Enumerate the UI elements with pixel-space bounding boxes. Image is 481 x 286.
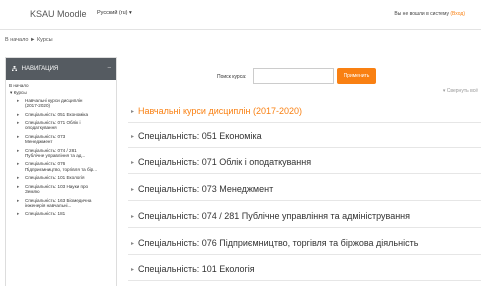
category-row[interactable]: ▸ Спеціальність: 051 Економіка [128, 127, 481, 148]
chevron-right-icon: ▸ [17, 183, 20, 189]
chevron-right-icon: ▸ [17, 97, 20, 103]
login-info: Вы не вошли в систему (Вход) [394, 11, 465, 17]
chevron-right-icon: ▸ [17, 111, 20, 117]
nav-category-item[interactable]: ▸ Спеціальність: 076 Підприємництво, торгі… [9, 161, 116, 172]
chevron-right-icon: ▸ [17, 175, 20, 181]
category-name[interactable]: Спеціальність: 071 Облік і оподаткування [138, 157, 311, 167]
nav-category-item[interactable]: ▸ Спеціальність: 071 Облік і оподаткування [9, 120, 116, 131]
breadcrumb-courses[interactable]: Курсы [37, 37, 53, 43]
nav-category-item[interactable]: ▸ Спеціальність: 163 Біомедична інженерія … [9, 198, 116, 209]
navigation-header: НАВИГАЦИЯ – [6, 58, 116, 80]
triangle-right-icon: ▸ [131, 187, 135, 193]
triangle-right-icon: ▸ [131, 109, 135, 115]
navigation-block: НАВИГАЦИЯ – В начало ▾ Курсы ▸ Навчальні … [5, 57, 117, 286]
triangle-right-icon: ▸ [131, 267, 135, 273]
breadcrumb-separator: ► [29, 37, 36, 43]
nav-category-item[interactable]: ▸ Спеціальність: 103 Науки про Землю [9, 184, 116, 195]
nav-category-item[interactable]: ▸ Спеціальність: 051 Економіка [9, 112, 116, 117]
search-apply-button[interactable]: Применить [337, 68, 376, 84]
category-name[interactable]: Спеціальність: 074 / 281 Публічне управл… [138, 211, 410, 221]
collapse-all-link[interactable]: ▾ Свернуть всё [443, 88, 478, 94]
triangle-right-icon: ▸ [131, 214, 135, 220]
category-name[interactable]: Спеціальність: 073 Менеджмент [138, 184, 273, 194]
navigation-title: НАВИГАЦИЯ [21, 66, 59, 72]
category-row[interactable]: ▸ Спеціальність: 101 Екологія [128, 260, 481, 281]
category-row[interactable]: ▸ Спеціальність: 073 Менеджмент [128, 180, 481, 201]
login-text: Вы не вошли в систему [394, 11, 449, 17]
breadcrumb: В начало ► Курсы [5, 37, 53, 43]
chevron-right-icon: ▸ [17, 161, 20, 167]
breadcrumb-home[interactable]: В начало [5, 37, 28, 43]
site-name-link[interactable]: KSAU Moodle [30, 9, 87, 19]
chevron-right-icon: ▸ [17, 147, 20, 153]
chevron-right-icon: ▸ [17, 120, 20, 126]
nav-courses-node[interactable]: ▾ Курсы [10, 90, 116, 95]
triangle-right-icon: ▸ [131, 134, 135, 140]
triangle-right-icon: ▸ [131, 160, 135, 166]
chevron-right-icon: ▸ [17, 197, 20, 203]
navigation-tree: В начало ▾ Курсы ▸ Навчальні курси дисцип… [6, 80, 116, 217]
chevron-right-icon: ▸ [17, 133, 20, 139]
category-name[interactable]: Спеціальність: 101 Екологія [138, 264, 255, 274]
category-row[interactable]: ▸ Спеціальність: 071 Облік і оподаткуванн… [128, 153, 481, 174]
nav-home-link[interactable]: В начало [9, 83, 116, 88]
navigation-collapse-button[interactable]: – [108, 65, 111, 71]
login-link[interactable]: (Вход) [450, 11, 465, 17]
nav-category-item[interactable]: ▸ Навчальні курси дисциплін (2017-2020) [9, 98, 116, 109]
course-search-label: Поиск курса: [217, 74, 247, 80]
category-row[interactable]: ▸ Спеціальність: 074 / 281 Публічне управ… [128, 207, 481, 228]
category-name[interactable]: Спеціальність: 076 Підприємництво, торгі… [138, 238, 418, 248]
triangle-right-icon: ▸ [131, 241, 135, 247]
category-row[interactable]: ▸ Спеціальність: 076 Підприємництво, торг… [128, 234, 481, 255]
nav-category-item[interactable]: ▸ Спеціальність: 073 Менеджмент [9, 134, 116, 145]
chevron-right-icon: ▸ [17, 211, 20, 217]
nav-category-item[interactable]: ▸ Спеціальність: 181 [9, 211, 116, 216]
category-name[interactable]: Спеціальність: 051 Економіка [138, 131, 262, 141]
nav-category-item[interactable]: ▸ Спеціальність: 074 / 281 Публічне управл… [9, 148, 116, 159]
category-name[interactable]: Навчальні курси дисциплін (2017-2020) [138, 106, 302, 116]
category-row[interactable]: ▸ Навчальні курси дисциплін (2017-2020) [128, 102, 481, 123]
language-menu[interactable]: Русский (ru) ▾ [97, 10, 132, 16]
sitemap-icon [12, 66, 17, 71]
top-navbar: KSAU Moodle Русский (ru) ▾ Вы не вошли в… [0, 0, 481, 30]
course-search-input[interactable] [253, 68, 334, 84]
nav-category-item[interactable]: ▸ Спеціальність: 101 Екологія [9, 175, 116, 180]
